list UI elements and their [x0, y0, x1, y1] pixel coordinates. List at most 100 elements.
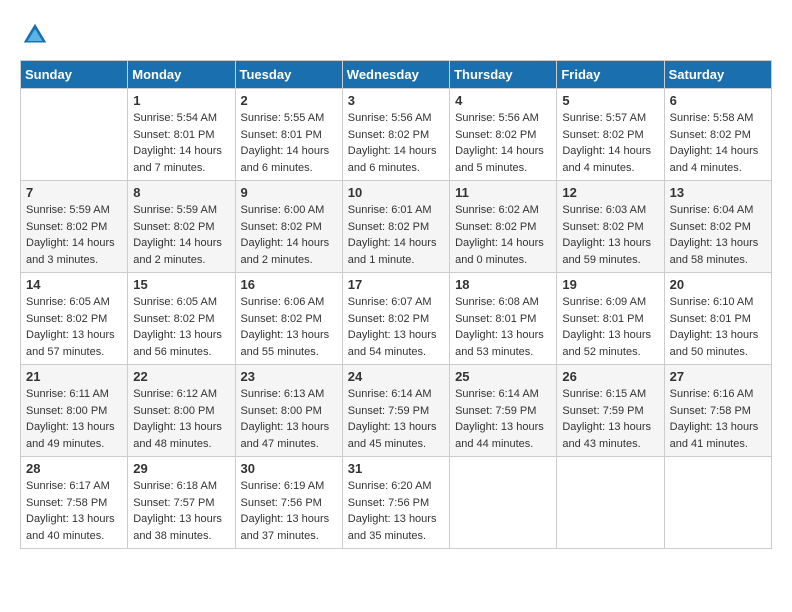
calendar-cell: 5 Sunrise: 5:57 AMSunset: 8:02 PMDaylight… [557, 89, 664, 181]
calendar-cell: 8 Sunrise: 5:59 AMSunset: 8:02 PMDaylight… [128, 181, 235, 273]
calendar-cell: 13 Sunrise: 6:04 AMSunset: 8:02 PMDayligh… [664, 181, 771, 273]
calendar-cell: 20Sunrise: 6:10 AMSunset: 8:01 PMDayligh… [664, 273, 771, 365]
day-number: 30 [241, 461, 337, 476]
day-number: 28 [26, 461, 122, 476]
day-info: Sunrise: 6:19 AMSunset: 7:56 PMDaylight:… [241, 478, 337, 544]
logo-icon [20, 20, 50, 50]
day-number: 2 [241, 93, 337, 108]
day-info: Sunrise: 6:04 AMSunset: 8:02 PMDaylight:… [670, 202, 766, 268]
day-info: Sunrise: 6:15 AMSunset: 7:59 PMDaylight:… [562, 386, 658, 452]
calendar-cell: 24 Sunrise: 6:14 AMSunset: 7:59 PMDayligh… [342, 365, 449, 457]
day-number: 31 [348, 461, 444, 476]
weekday-header-sunday: Sunday [21, 61, 128, 89]
day-number: 26 [562, 369, 658, 384]
day-info: Sunrise: 6:20 AMSunset: 7:56 PMDaylight:… [348, 478, 444, 544]
day-number: 3 [348, 93, 444, 108]
day-info: Sunrise: 5:59 AMSunset: 8:02 PMDaylight:… [133, 202, 229, 268]
calendar-cell: 18Sunrise: 6:08 AMSunset: 8:01 PMDayligh… [450, 273, 557, 365]
day-number: 18 [455, 277, 551, 292]
day-info: Sunrise: 6:05 AMSunset: 8:02 PMDaylight:… [26, 294, 122, 360]
calendar-cell: 11 Sunrise: 6:02 AMSunset: 8:02 PMDayligh… [450, 181, 557, 273]
day-number: 8 [133, 185, 229, 200]
day-number: 17 [348, 277, 444, 292]
day-number: 12 [562, 185, 658, 200]
day-number: 15 [133, 277, 229, 292]
day-info: Sunrise: 6:05 AMSunset: 8:02 PMDaylight:… [133, 294, 229, 360]
calendar-cell: 27Sunrise: 6:16 AMSunset: 7:58 PMDayligh… [664, 365, 771, 457]
day-number: 25 [455, 369, 551, 384]
calendar-cell: 2 Sunrise: 5:55 AMSunset: 8:01 PMDaylight… [235, 89, 342, 181]
day-number: 10 [348, 185, 444, 200]
day-number: 4 [455, 93, 551, 108]
calendar-cell: 3Sunrise: 5:56 AMSunset: 8:02 PMDaylight… [342, 89, 449, 181]
day-info: Sunrise: 6:02 AMSunset: 8:02 PMDaylight:… [455, 202, 551, 268]
calendar-cell: 9 Sunrise: 6:00 AMSunset: 8:02 PMDaylight… [235, 181, 342, 273]
day-number: 11 [455, 185, 551, 200]
day-number: 5 [562, 93, 658, 108]
calendar-cell: 29Sunrise: 6:18 AMSunset: 7:57 PMDayligh… [128, 457, 235, 549]
day-info: Sunrise: 6:14 AMSunset: 7:59 PMDaylight:… [348, 386, 444, 452]
calendar-cell: 28 Sunrise: 6:17 AMSunset: 7:58 PMDayligh… [21, 457, 128, 549]
day-number: 6 [670, 93, 766, 108]
calendar-cell [664, 457, 771, 549]
day-info: Sunrise: 5:57 AMSunset: 8:02 PMDaylight:… [562, 110, 658, 176]
calendar-week-row: 7 Sunrise: 5:59 AMSunset: 8:02 PMDaylight… [21, 181, 772, 273]
day-number: 19 [562, 277, 658, 292]
weekday-header-friday: Friday [557, 61, 664, 89]
weekday-header-saturday: Saturday [664, 61, 771, 89]
weekday-header-wednesday: Wednesday [342, 61, 449, 89]
day-info: Sunrise: 6:00 AMSunset: 8:02 PMDaylight:… [241, 202, 337, 268]
day-number: 20 [670, 277, 766, 292]
day-info: Sunrise: 5:59 AMSunset: 8:02 PMDaylight:… [26, 202, 122, 268]
calendar-cell [450, 457, 557, 549]
calendar-cell: 31 Sunrise: 6:20 AMSunset: 7:56 PMDayligh… [342, 457, 449, 549]
calendar-week-row: 1 Sunrise: 5:54 AMSunset: 8:01 PMDaylight… [21, 89, 772, 181]
calendar-cell: 14 Sunrise: 6:05 AMSunset: 8:02 PMDayligh… [21, 273, 128, 365]
day-number: 1 [133, 93, 229, 108]
day-number: 24 [348, 369, 444, 384]
weekday-header-monday: Monday [128, 61, 235, 89]
day-info: Sunrise: 6:14 AMSunset: 7:59 PMDaylight:… [455, 386, 551, 452]
day-number: 16 [241, 277, 337, 292]
day-info: Sunrise: 5:58 AMSunset: 8:02 PMDaylight:… [670, 110, 766, 176]
day-number: 23 [241, 369, 337, 384]
logo [20, 20, 54, 50]
day-info: Sunrise: 6:07 AMSunset: 8:02 PMDaylight:… [348, 294, 444, 360]
weekday-header-thursday: Thursday [450, 61, 557, 89]
day-info: Sunrise: 5:55 AMSunset: 8:01 PMDaylight:… [241, 110, 337, 176]
day-number: 14 [26, 277, 122, 292]
day-info: Sunrise: 6:17 AMSunset: 7:58 PMDaylight:… [26, 478, 122, 544]
calendar-week-row: 14 Sunrise: 6:05 AMSunset: 8:02 PMDayligh… [21, 273, 772, 365]
calendar-week-row: 21Sunrise: 6:11 AMSunset: 8:00 PMDayligh… [21, 365, 772, 457]
calendar-cell: 12 Sunrise: 6:03 AMSunset: 8:02 PMDayligh… [557, 181, 664, 273]
day-number: 9 [241, 185, 337, 200]
calendar-cell: 30 Sunrise: 6:19 AMSunset: 7:56 PMDayligh… [235, 457, 342, 549]
day-number: 27 [670, 369, 766, 384]
calendar-cell: 10 Sunrise: 6:01 AMSunset: 8:02 PMDayligh… [342, 181, 449, 273]
calendar-cell: 23 Sunrise: 6:13 AMSunset: 8:00 PMDayligh… [235, 365, 342, 457]
calendar-cell: 19 Sunrise: 6:09 AMSunset: 8:01 PMDayligh… [557, 273, 664, 365]
calendar-table: SundayMondayTuesdayWednesdayThursdayFrid… [20, 60, 772, 549]
day-number: 22 [133, 369, 229, 384]
day-info: Sunrise: 6:06 AMSunset: 8:02 PMDaylight:… [241, 294, 337, 360]
weekday-header-row: SundayMondayTuesdayWednesdayThursdayFrid… [21, 61, 772, 89]
calendar-cell: 26 Sunrise: 6:15 AMSunset: 7:59 PMDayligh… [557, 365, 664, 457]
calendar-cell: 17 Sunrise: 6:07 AMSunset: 8:02 PMDayligh… [342, 273, 449, 365]
day-info: Sunrise: 6:09 AMSunset: 8:01 PMDaylight:… [562, 294, 658, 360]
day-number: 7 [26, 185, 122, 200]
day-info: Sunrise: 5:54 AMSunset: 8:01 PMDaylight:… [133, 110, 229, 176]
calendar-cell: 4 Sunrise: 5:56 AMSunset: 8:02 PMDaylight… [450, 89, 557, 181]
day-info: Sunrise: 6:01 AMSunset: 8:02 PMDaylight:… [348, 202, 444, 268]
day-info: Sunrise: 6:03 AMSunset: 8:02 PMDaylight:… [562, 202, 658, 268]
calendar-cell: 16 Sunrise: 6:06 AMSunset: 8:02 PMDayligh… [235, 273, 342, 365]
day-number: 13 [670, 185, 766, 200]
calendar-cell: 21Sunrise: 6:11 AMSunset: 8:00 PMDayligh… [21, 365, 128, 457]
calendar-cell: 25 Sunrise: 6:14 AMSunset: 7:59 PMDayligh… [450, 365, 557, 457]
calendar-cell [21, 89, 128, 181]
day-number: 21 [26, 369, 122, 384]
day-info: Sunrise: 5:56 AMSunset: 8:02 PMDaylight:… [455, 110, 551, 176]
calendar-cell [557, 457, 664, 549]
day-info: Sunrise: 6:12 AMSunset: 8:00 PMDaylight:… [133, 386, 229, 452]
day-info: Sunrise: 6:13 AMSunset: 8:00 PMDaylight:… [241, 386, 337, 452]
calendar-week-row: 28 Sunrise: 6:17 AMSunset: 7:58 PMDayligh… [21, 457, 772, 549]
